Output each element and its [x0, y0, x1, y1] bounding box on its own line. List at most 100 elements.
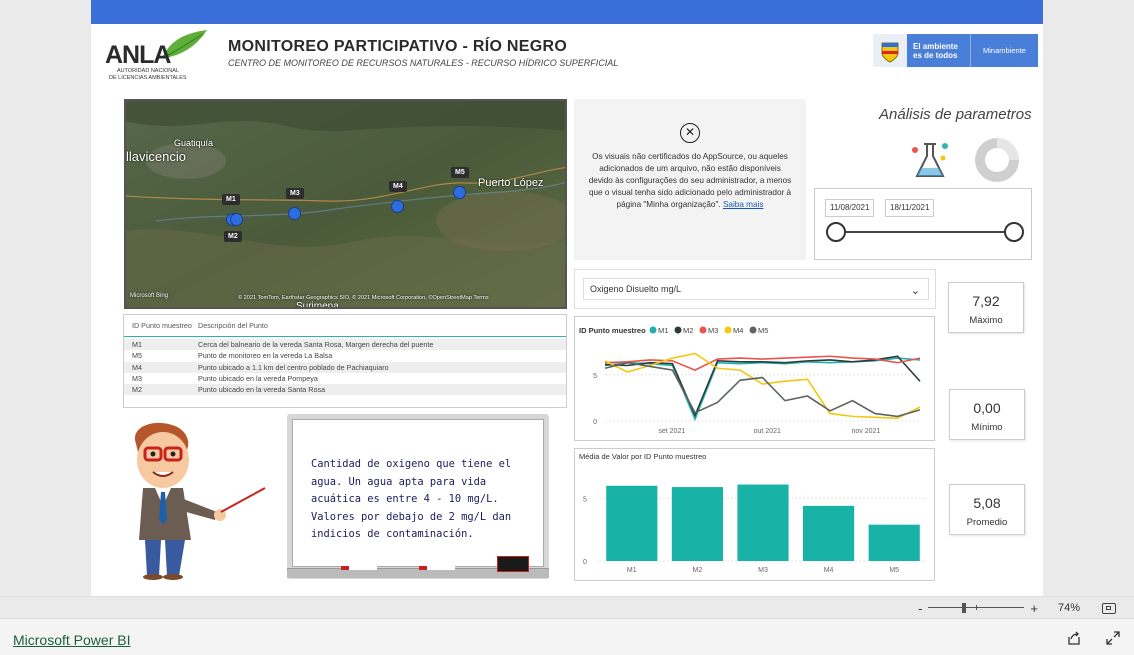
marker-icon: [419, 566, 455, 570]
bar-x-tick: M3: [758, 567, 768, 574]
bar-x-tick: M1: [627, 567, 637, 574]
bar-m1[interactable]: [606, 485, 658, 561]
fit-to-page-icon[interactable]: [1102, 602, 1116, 614]
parameter-select[interactable]: Oxigeno Disuelto mg/L ⌄: [583, 278, 929, 300]
lab-flask-icon: [909, 138, 951, 182]
table-col-desc[interactable]: Descripción del Punto: [198, 321, 566, 330]
report-canvas: ANLA AUTORIDAD NACIONAL DE LICENCIAS AMB…: [0, 0, 1134, 596]
power-bi-link[interactable]: Microsoft Power BI: [13, 632, 130, 648]
bar-m3[interactable]: [737, 484, 789, 561]
table-row[interactable]: M2 Punto ubicado en la vereda Santa Rosa: [124, 384, 566, 396]
table-body: M1 Cerca del balneario de la vereda Santa…: [124, 337, 566, 396]
zoom-slider-handle[interactable]: [962, 603, 967, 613]
logo-text: ANLA: [105, 41, 171, 69]
table-cell-desc: Cerca del balneario de la vereda Santa R…: [198, 340, 434, 350]
kpi-min-label: Mínimo: [971, 422, 1003, 433]
map-place-surimena: Surimena: [296, 301, 339, 309]
logo-sub-1: AUTORIDAD NACIONAL: [117, 68, 179, 74]
anla-logo: ANLA AUTORIDAD NACIONAL DE LICENCIAS AMB…: [103, 26, 213, 82]
map-visual[interactable]: Guatiquía llavicencio Puerto López Surim…: [124, 99, 567, 309]
zoom-in-button[interactable]: +: [1030, 601, 1038, 616]
close-circle-icon: ✕: [680, 123, 700, 143]
date-start-input[interactable]: 11/08/2021: [825, 199, 875, 217]
legend-label-m3: M3: [708, 326, 718, 335]
table-cell-desc: Punto de monitoreo en la vereda La Balsa: [198, 351, 333, 361]
learn-more-link[interactable]: Saiba mais: [723, 200, 764, 209]
map-place-puerto-lopez: Puerto López: [478, 177, 544, 189]
blocked-visual-notice: ✕ Os visuais não certificados do AppSour…: [574, 99, 806, 260]
date-slider-track[interactable]: [835, 231, 1015, 233]
line-x-tick: nov 2021: [852, 428, 881, 435]
date-slider-start-handle[interactable]: [826, 222, 846, 242]
page-title: MONITOREO PARTICIPATIVO - RÍO NEGRO: [228, 38, 568, 55]
zoom-out-button[interactable]: -: [918, 601, 922, 616]
zoom-slider[interactable]: [928, 603, 1025, 613]
legend-label-m1: M1: [658, 326, 668, 335]
bar-chart-svg: Média de Valor por ID Punto muestreo 05 …: [579, 452, 927, 574]
line-legend-title: ID Punto muestreo: [579, 326, 646, 335]
bar-x-tick: M4: [824, 567, 834, 574]
gov-ministry: Minambiente: [983, 46, 1026, 55]
government-banner: El ambiente es de todos Minambiente: [873, 34, 1038, 67]
gov-slogan-line-2: es de todos: [913, 50, 958, 60]
date-range-slicer[interactable]: 11/08/2021 18/11/2021: [814, 188, 1032, 260]
legend-label-m4: M4: [733, 326, 743, 335]
line-x-tick: out 2021: [754, 428, 781, 435]
map-marker-m3[interactable]: [288, 207, 301, 220]
kpi-max-label: Máximo: [969, 315, 1003, 326]
table-header: ID Punto muestreo Descripción del Punto: [124, 315, 566, 337]
bing-logo: Microsoft Bing: [130, 293, 169, 299]
page-subtitle: CENTRO DE MONITOREO DE RECURSOS NATURALE…: [228, 58, 619, 68]
satellite-imagery: [126, 101, 565, 307]
table-row[interactable]: M1 Cerca del balneario de la vereda Santa…: [124, 339, 566, 351]
footer-bar: Microsoft Power BI: [0, 618, 1134, 655]
kpi-max-value: 7,92: [972, 293, 1000, 309]
legend-marker-m2: [674, 326, 682, 334]
map-marker-label-m1: M1: [222, 194, 240, 205]
legend-marker-m3: [699, 326, 707, 334]
map-marker-label-m2: M2: [224, 231, 242, 242]
table-row[interactable]: M3 Punto ubicado en la vereda Pompeya: [124, 373, 566, 384]
sampling-points-table[interactable]: ID Punto muestreo Descripción del Punto …: [123, 314, 567, 408]
blocked-visual-message: Os visuais não certificados do AppSource…: [574, 143, 806, 211]
logo-sub-2: DE LICENCIAS AMBIENTALES: [109, 75, 187, 81]
table-row[interactable]: M4 Punto ubicado a 1.1 km del centro pobl…: [124, 361, 566, 373]
share-icon[interactable]: [1066, 630, 1082, 651]
line-series-m5: [604, 361, 921, 418]
zoom-controls: - + 74%: [918, 597, 1134, 619]
bar-x-tick: M2: [693, 567, 703, 574]
line-chart-visual[interactable]: ID Punto muestreo M1 M2 M3 M4 M5 0 5 set 2021 o…: [574, 316, 935, 441]
table-cell-id: M4: [132, 362, 142, 372]
map-marker-m4[interactable]: [391, 200, 404, 213]
fullscreen-icon[interactable]: [1105, 630, 1121, 651]
bar-m4[interactable]: [803, 505, 855, 561]
date-slider-end-handle[interactable]: [1004, 222, 1024, 242]
kpi-avg-value: 5,08: [973, 495, 1001, 511]
leaf-icon: ANLA AUTORIDAD NACIONAL DE LICENCIAS AMB…: [105, 30, 207, 81]
line-chart-svg: ID Punto muestreo M1 M2 M3 M4 M5 0 5 set 2021 o…: [579, 326, 921, 435]
map-attribution: © 2021 TomTom, Earthstar Geographics SIO…: [238, 295, 489, 301]
table-col-id[interactable]: ID Punto muestreo: [124, 321, 198, 330]
table-cell-desc: Punto ubicado a 1.1 km del centro poblad…: [198, 362, 389, 372]
bar-y-tick: 5: [583, 496, 587, 503]
legend-label-m5: M5: [758, 326, 768, 335]
map-marker-m5[interactable]: [453, 186, 466, 199]
bar-chart-visual[interactable]: Média de Valor por ID Punto muestreo 05 …: [574, 448, 935, 581]
date-end-input[interactable]: 18/11/2021: [885, 199, 935, 217]
parameter-dropdown[interactable]: Oxigeno Disuelto mg/L ⌄: [574, 269, 936, 309]
chevron-down-icon[interactable]: ⌄: [911, 281, 920, 301]
zoom-level: 74%: [1058, 602, 1081, 614]
bar-m5[interactable]: [868, 524, 920, 561]
bar-m2[interactable]: [671, 487, 723, 561]
table-row[interactable]: M5 Punto de monitoreo en la vereda La Bal…: [124, 350, 566, 361]
marker-icon: [341, 566, 377, 570]
table-cell-id: M5: [132, 351, 142, 361]
kpi-avg-card: 5,08 Promedio: [949, 484, 1025, 535]
legend-marker-m5: [749, 326, 757, 334]
bar-y-tick: 0: [583, 559, 587, 566]
line-x-tick: set 2021: [658, 428, 685, 435]
map-marker-m2[interactable]: [230, 213, 243, 226]
legend-marker-m1: [649, 326, 657, 334]
legend-label-m2: M2: [683, 326, 693, 335]
whiteboard-surface: Cantidad de oxigeno que tiene el agua. U…: [292, 419, 544, 567]
